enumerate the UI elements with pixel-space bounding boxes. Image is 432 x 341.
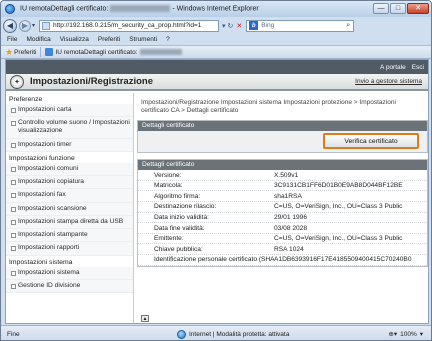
zone-label: Internet | Modalità protetta: attivata [189, 330, 290, 338]
browser-tab[interactable]: IU remotaDettagli certificato: [45, 48, 182, 56]
page-header: ✦ Impostazioni/Registrazione Invio a ges… [6, 74, 428, 91]
detail-row: Emittente: C=US, O=VeriSign, Inc., OU=Cla… [138, 234, 427, 245]
refresh-icon[interactable]: ▾ ↻ [222, 22, 233, 30]
search-icon[interactable]: ⌕ [346, 22, 350, 30]
search-box[interactable]: b Bing ⌕ [246, 19, 355, 32]
stop-icon[interactable]: ✕ [236, 22, 242, 30]
sidebar-item-paper[interactable]: Impostazioni carta [6, 104, 133, 118]
internet-globe-icon [177, 329, 186, 339]
sidebar-item-scan[interactable]: Impostazioni scansione [6, 202, 133, 216]
sidebar-item-copy[interactable]: Impostazioni copiatura [6, 176, 133, 190]
history-dropdown-icon[interactable]: ▾ [32, 22, 35, 29]
detail-row: Versione: X.509v1 [138, 170, 427, 181]
certificate-action-box: Dettagli certificato Verifica certificat… [137, 120, 428, 154]
browser-window: IU remotaDettagli certificato: - Windows … [0, 0, 432, 341]
menu-bar: File Modifica Visualizza Preferiti Strum… [1, 34, 431, 45]
sidebar-item-usb-print[interactable]: Impostazioni stampa diretta da USB [6, 215, 133, 230]
send-to-admin-link[interactable]: Invio a gestore sistema [355, 78, 422, 85]
divider [40, 47, 42, 57]
page-icon [42, 21, 51, 30]
back-button[interactable]: ◀ [3, 18, 17, 33]
menu-help[interactable]: ? [166, 36, 170, 43]
sidebar: Preferenze Impostazioni carta Controllo … [6, 93, 134, 323]
favorites-star-icon[interactable]: ★ [5, 47, 13, 58]
top-link-bar: A portale Esci [6, 60, 428, 74]
zoom-level: 100% [400, 330, 417, 338]
detail-row: Data inizio validità: 29/01 1996 [138, 213, 427, 224]
portal-link[interactable]: A portale [380, 64, 406, 71]
scroll-top-icon[interactable]: ▲ [141, 315, 149, 322]
status-bar: Fine Internet | Modalità protetta: attiv… [1, 325, 431, 340]
menu-strumenti[interactable]: Strumenti [129, 36, 157, 43]
zoom-icon: ⊕▾ [388, 331, 398, 338]
detail-row: Identificazione personale certificato (S… [138, 255, 427, 266]
detail-row: Algoritmo firma: sha1RSA [138, 191, 427, 203]
detail-row: Matricola: 3C9131CB1FF6D01B0E9AB8D044BF12… [138, 181, 427, 192]
sidebar-item-timer[interactable]: Impostazioni timer [6, 138, 133, 152]
tab-title[interactable]: IU remotaDettagli certificato: [55, 49, 137, 56]
page-title: Impostazioni/Registrazione [30, 76, 153, 87]
breadcrumb: Impostazioni/Registrazione Impostazioni … [141, 99, 396, 115]
sidebar-item-printer[interactable]: Impostazioni stampante [6, 229, 133, 243]
sidebar-item-department-id[interactable]: Gestione ID divisione [6, 279, 133, 294]
zoom-dropdown-icon[interactable]: ▾ [420, 330, 423, 338]
sidebar-group-title: Impostazioni sistema [6, 255, 133, 267]
maximize-button[interactable]: □ [390, 3, 406, 14]
sidebar-group-title: Impostazioni funzione [6, 151, 133, 163]
redacted-text [139, 49, 182, 55]
logout-link[interactable]: Esci [412, 64, 424, 71]
tab-page-icon [45, 48, 54, 56]
main-panel: Impostazioni/Registrazione Impostazioni … [137, 93, 428, 323]
address-bar[interactable]: http://192.168.0.215/m_security_ca_prop.… [39, 19, 220, 32]
menu-file[interactable]: File [7, 36, 17, 43]
status-text: Fine [7, 330, 20, 338]
search-placeholder[interactable]: Bing [261, 22, 274, 29]
bing-logo-icon: b [249, 21, 259, 30]
verify-certificate-button[interactable]: Verifica certificato [323, 133, 419, 150]
web-content: A portale Esci ✦ Impostazioni/Registrazi… [5, 59, 429, 324]
sidebar-item-volume-display[interactable]: Controllo volume suono / Impostazioni vi… [6, 117, 133, 139]
sidebar-group-title: Preferenze [6, 93, 133, 104]
box-title: Dettagli certificato [138, 121, 427, 132]
forward-button[interactable]: ▶ [19, 19, 31, 32]
detail-row: Destinazione rilascio: C=US, O=VeriSign, … [138, 202, 427, 213]
details-title: Dettagli certificato [138, 160, 427, 171]
title-bar: IU remotaDettagli certificato: - Windows … [1, 1, 431, 17]
settings-logo-icon: ✦ [10, 74, 24, 89]
sidebar-item-reports[interactable]: Impostazioni rapporti [6, 242, 133, 256]
sidebar-item-common[interactable]: Impostazioni comuni [6, 162, 133, 177]
url-text[interactable]: http://192.168.0.215/m_security_ca_prop.… [53, 22, 201, 29]
detail-row: Data fine validità: 03/08 2028 [138, 223, 427, 234]
sidebar-item-fax[interactable]: Impostazioni fax [6, 189, 133, 203]
certificate-details: Dettagli certificato Versione: X.509v1 Ma… [137, 159, 428, 267]
detail-row: Chiave pubblica: RSA 1024 [138, 244, 427, 255]
menu-visualizza[interactable]: Visualizza [60, 36, 89, 43]
window-title: IU remotaDettagli certificato: - Windows … [20, 5, 259, 13]
favorites-button[interactable]: Preferiti [14, 49, 36, 56]
menu-preferiti[interactable]: Preferiti [98, 36, 120, 43]
favorites-bar: ★ Preferiti IU remotaDettagli certificat… [1, 45, 431, 59]
address-row: ◀ ▶ ▾ http://192.168.0.215/m_security_ca… [1, 17, 431, 34]
ie-logo-icon [5, 4, 15, 14]
minimize-button[interactable]: — [373, 3, 389, 14]
menu-modifica[interactable]: Modifica [26, 36, 50, 43]
redacted-text [110, 5, 171, 13]
zoom-control[interactable]: ⊕▾ 100% ▾ [388, 330, 423, 339]
sidebar-item-system[interactable]: Impostazioni sistema [6, 266, 133, 280]
security-zone[interactable]: Internet | Modalità protetta: attivata [177, 329, 290, 339]
close-button[interactable]: ✕ [407, 3, 429, 14]
